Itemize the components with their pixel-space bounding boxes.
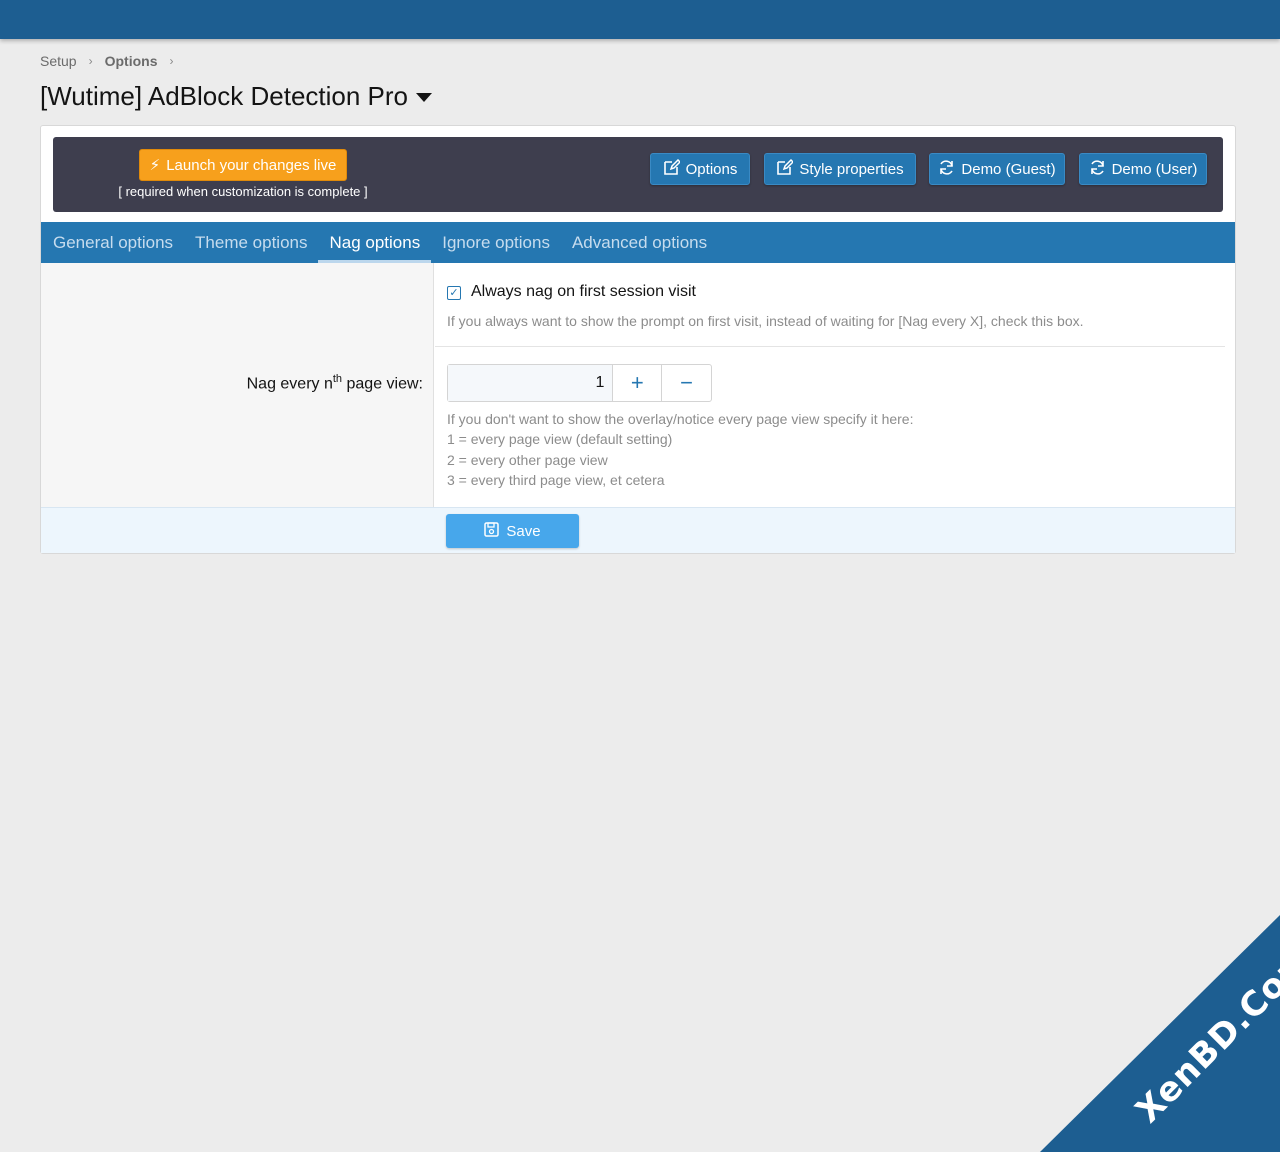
increment-button[interactable]: + <box>613 365 663 401</box>
nag-every-hint: If you don't want to show the overlay/no… <box>447 409 913 490</box>
nag-every-label-sup: th <box>332 373 343 385</box>
options-button-label: Options <box>685 160 738 178</box>
tab-general-options[interactable]: General options <box>42 222 184 263</box>
save-button[interactable]: Save <box>446 514 579 548</box>
always-nag-hint: If you always want to show the prompt on… <box>447 313 1084 329</box>
nag-every-label-post: page view: <box>342 375 424 393</box>
options-tabs: General options Theme options Nag option… <box>41 222 1235 263</box>
check-icon: ✓ <box>449 286 459 299</box>
form-labels-column: Nag every nth page view: <box>41 263 434 507</box>
plus-icon: + <box>630 370 644 395</box>
edit-icon <box>663 158 681 180</box>
chevron-right-icon: › <box>169 54 174 68</box>
nag-every-hint-line: If you don't want to show the overlay/no… <box>447 411 914 427</box>
form-fields-column: ✓ Always nag on first session visit If y… <box>435 263 1235 507</box>
tab-advanced-options[interactable]: Advanced options <box>561 222 718 263</box>
tab-nag-options[interactable]: Nag options <box>318 222 431 263</box>
decrement-button[interactable]: − <box>662 365 711 401</box>
launch-changes-button[interactable]: ⚡︎ Launch your changes live <box>139 149 347 181</box>
nag-every-label-pre: Nag every n <box>246 375 333 393</box>
save-icon <box>484 522 500 540</box>
style-properties-button-label: Style properties <box>799 160 904 178</box>
edit-icon <box>776 158 795 180</box>
tab-ignore-options[interactable]: Ignore options <box>431 222 561 263</box>
nag-every-hint-line: 3 = every third page view, et cetera <box>447 471 665 488</box>
breadcrumb-setup[interactable]: Setup <box>40 53 77 69</box>
refresh-icon <box>1089 159 1106 180</box>
breadcrumb: Setup › Options › <box>40 52 185 70</box>
always-nag-row: ✓ Always nag on first session visit If y… <box>435 263 1225 347</box>
nag-every-stepper: 1 + − <box>447 364 712 402</box>
always-nag-checkbox[interactable]: ✓ <box>447 286 461 300</box>
tab-theme-options[interactable]: Theme options <box>184 222 318 263</box>
demo-user-button[interactable]: Demo (User) <box>1079 153 1207 185</box>
caret-down-icon[interactable] <box>416 92 433 102</box>
demo-user-button-label: Demo (User) <box>1111 160 1198 178</box>
demo-guest-button-label: Demo (Guest) <box>961 160 1056 178</box>
launch-note: [ required when customization is complet… <box>118 184 368 199</box>
breadcrumb-options[interactable]: Options <box>105 53 158 69</box>
form-submit-row: Save <box>41 507 1235 553</box>
top-nav-bar <box>0 0 1280 39</box>
minus-icon: − <box>680 370 694 395</box>
page-title-text: [Wutime] AdBlock Detection Pro <box>40 80 409 111</box>
watermark: XenBD.Com <box>1040 915 1280 1152</box>
nag-every-label: Nag every nth page view: <box>247 373 423 393</box>
options-panel: ⚡︎ Launch your changes live [ required w… <box>40 125 1236 554</box>
chevron-right-icon: › <box>88 54 93 68</box>
options-button[interactable]: Options <box>650 153 750 185</box>
nag-every-hint-line: 1 = every page view (default setting) <box>447 431 673 448</box>
refresh-icon <box>938 159 955 180</box>
demo-guest-button[interactable]: Demo (Guest) <box>929 153 1065 185</box>
launch-changes-label: Launch your changes live <box>166 156 337 174</box>
customization-toolbar: ⚡︎ Launch your changes live [ required w… <box>53 137 1223 212</box>
save-button-label: Save <box>506 522 541 540</box>
nag-every-input[interactable]: 1 <box>448 365 614 401</box>
bolt-icon: ⚡︎ <box>149 157 161 174</box>
style-properties-button[interactable]: Style properties <box>764 153 916 185</box>
nag-every-hint-line: 2 = every other page view <box>447 451 608 468</box>
page-title[interactable]: [Wutime] AdBlock Detection Pro <box>40 80 433 112</box>
always-nag-label[interactable]: Always nag on first session visit <box>471 283 696 301</box>
